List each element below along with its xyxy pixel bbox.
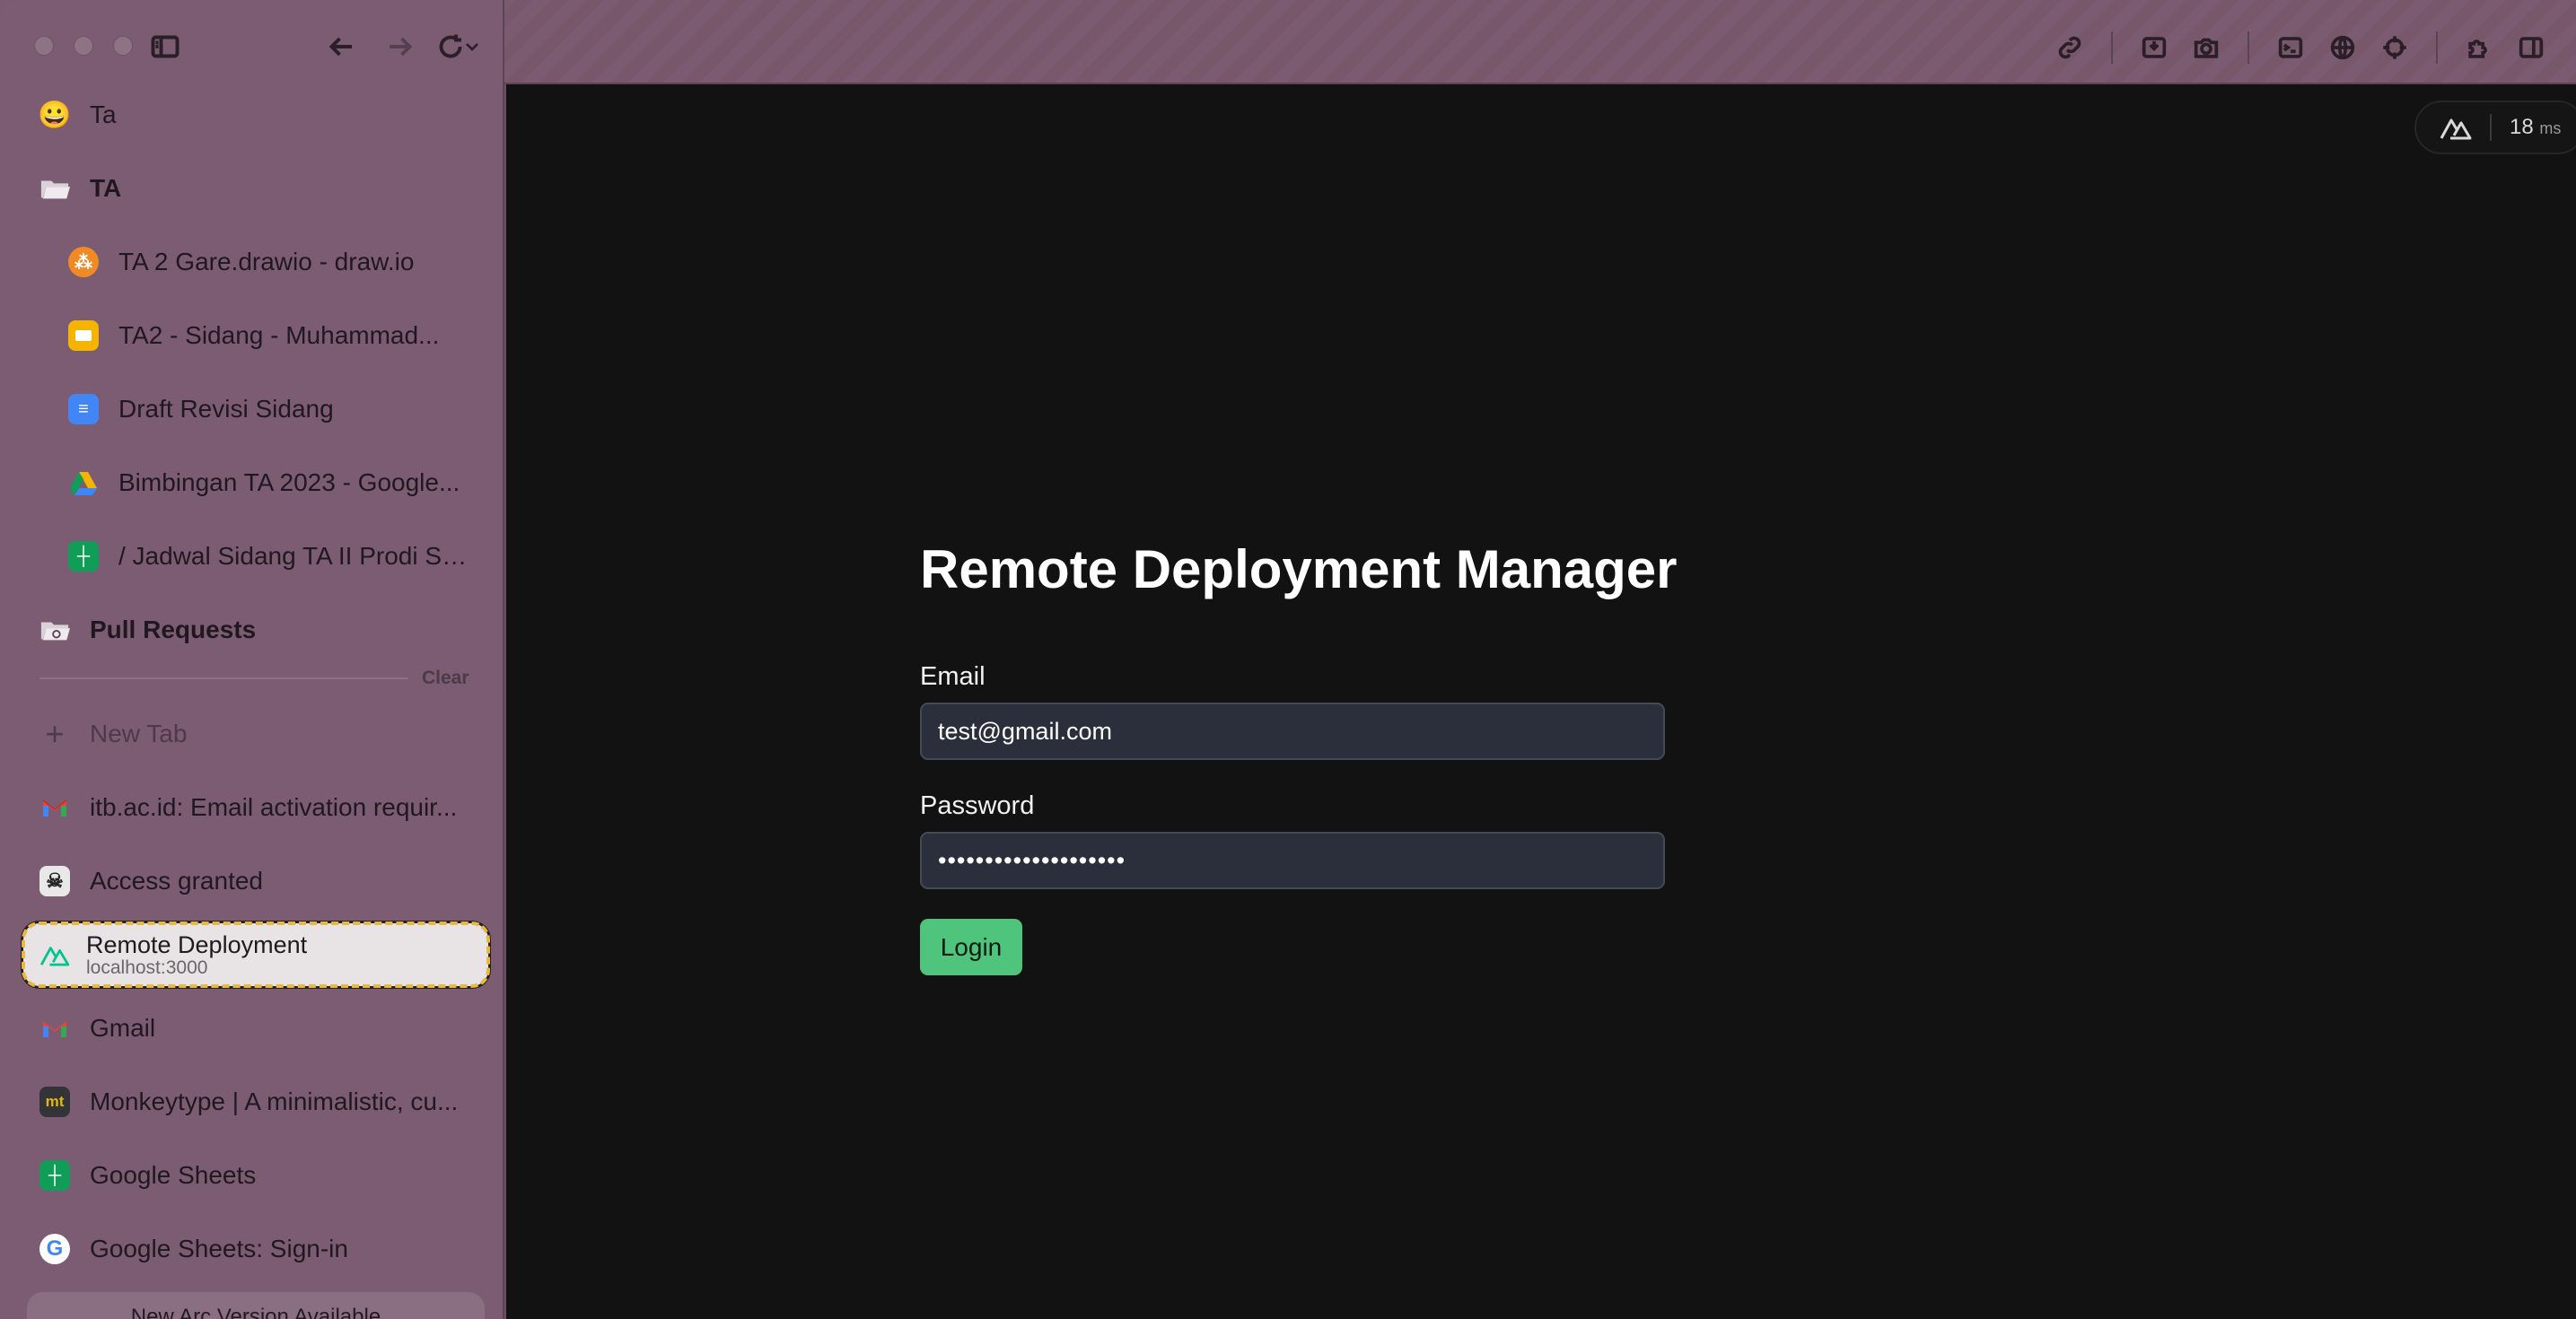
sheets-icon: ┼ — [39, 1160, 70, 1191]
perf-badge: 18 ms — [2414, 100, 2576, 154]
email-label: Email — [920, 662, 986, 691]
tab-gmail[interactable]: Gmail — [27, 996, 485, 1061]
badge-divider — [2490, 114, 2492, 141]
active-tab-text: Remote Deployment localhost:3000 — [86, 931, 307, 978]
sidebar-item-slides[interactable]: TA2 - Sidang - Muhammad... — [56, 303, 485, 368]
minimize-window-button[interactable] — [74, 36, 93, 56]
page-title: Remote Deployment Manager — [920, 539, 1678, 599]
globe-icon[interactable] — [2325, 30, 2361, 66]
toolbar-divider — [2436, 31, 2438, 64]
extensions-icon[interactable] — [2461, 30, 2497, 66]
monkeytype-icon: mt — [39, 1087, 70, 1117]
sheets-icon: ┼ — [68, 541, 99, 572]
sidebar-toggle-icon[interactable] — [145, 29, 185, 65]
tab-itb-email[interactable]: itb.ac.id: Email activation requir... — [27, 775, 485, 840]
sidebar-item-drawio[interactable]: ⁂ TA 2 Gare.drawio - draw.io — [56, 230, 485, 294]
forward-icon[interactable] — [381, 29, 420, 65]
tab-monkeytype[interactable]: mt Monkeytype | A minimalistic, cu... — [27, 1070, 485, 1134]
render-time: 18 ms — [2510, 115, 2562, 139]
drawio-icon: ⁂ — [68, 247, 99, 277]
plus-icon: + — [45, 715, 65, 752]
toolbar-actions — [2052, 27, 2549, 68]
update-banner[interactable]: New Arc Version Available — [27, 1292, 485, 1319]
tab-access-granted[interactable]: ☠ Access granted — [27, 849, 485, 913]
clear-button[interactable]: Clear — [422, 668, 469, 689]
password-label: Password — [920, 791, 1035, 820]
email-field[interactable] — [920, 703, 1665, 760]
gmail-icon — [39, 792, 70, 823]
sidebar-item-docs[interactable]: ≡ Draft Revisi Sidang — [56, 377, 485, 441]
link-icon[interactable] — [2052, 30, 2088, 66]
pinned-divider — [39, 677, 407, 679]
terminal-icon[interactable] — [2273, 30, 2309, 66]
new-tab-button[interactable]: + New Tab — [27, 702, 485, 766]
crosshair-icon[interactable] — [2377, 30, 2413, 66]
google-icon: G — [39, 1234, 70, 1264]
slides-icon — [68, 320, 99, 351]
sidebar-item-ta[interactable]: 😀 Ta — [27, 83, 485, 147]
window-controls — [34, 36, 133, 56]
password-field[interactable] — [920, 832, 1665, 889]
toolbar-divider — [2247, 31, 2249, 64]
sidebar-folder-pull-requests[interactable]: Pull Requests — [27, 598, 485, 662]
toolbar-divider — [2111, 31, 2113, 64]
chevron-down-icon[interactable] — [461, 29, 483, 65]
emoji-icon: 😀 — [38, 100, 72, 130]
tab-google-sheets-signin[interactable]: G Google Sheets: Sign-in — [27, 1217, 485, 1281]
sidebar: 😀 Ta TA ⁂ TA 2 Gare.drawio - draw.io TA2… — [0, 0, 504, 1319]
folder-open-icon — [39, 173, 70, 204]
login-button[interactable]: Login — [920, 919, 1022, 975]
zoom-window-button[interactable] — [113, 36, 133, 56]
nuxt-icon — [39, 939, 70, 970]
back-icon[interactable] — [321, 29, 361, 65]
nuxt-icon — [2440, 118, 2472, 140]
folder-icon — [39, 615, 70, 645]
access-icon: ☠ — [39, 866, 70, 896]
gmail-icon — [39, 1013, 70, 1044]
docs-icon: ≡ — [68, 394, 99, 424]
sidebar-folder-ta[interactable]: TA — [27, 156, 485, 221]
active-tab-url: localhost:3000 — [86, 957, 208, 978]
sidebar-item-drive[interactable]: Bimbingan TA 2023 - Google... — [56, 450, 485, 515]
drive-icon — [68, 467, 99, 498]
sidebar-item-sheets[interactable]: ┼ / Jadwal Sidang TA II Prodi S1... — [56, 524, 485, 589]
split-view-icon[interactable] — [2513, 30, 2549, 66]
close-window-button[interactable] — [34, 36, 54, 56]
tab-remote-deployment[interactable]: Remote Deployment localhost:3000 — [22, 922, 490, 988]
tab-google-sheets[interactable]: ┼ Google Sheets — [27, 1143, 485, 1208]
active-tab-title: Remote Deployment — [86, 931, 308, 958]
web-content — [506, 84, 2576, 1319]
camera-icon[interactable] — [2188, 30, 2224, 66]
capture-icon[interactable] — [2136, 30, 2172, 66]
